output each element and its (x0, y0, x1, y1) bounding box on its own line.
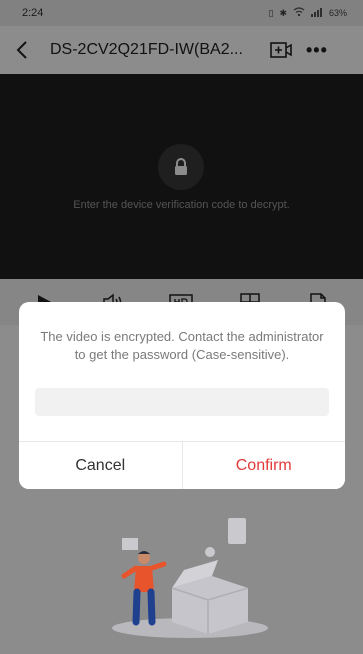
password-input[interactable] (35, 388, 329, 416)
empty-state-illustration (100, 510, 270, 640)
confirm-button[interactable]: Confirm (182, 442, 345, 489)
password-dialog: The video is encrypted. Contact the admi… (19, 302, 345, 489)
dialog-message: The video is encrypted. Contact the admi… (40, 329, 324, 362)
cancel-button[interactable]: Cancel (19, 442, 183, 489)
dialog-actions: Cancel Confirm (19, 441, 345, 489)
